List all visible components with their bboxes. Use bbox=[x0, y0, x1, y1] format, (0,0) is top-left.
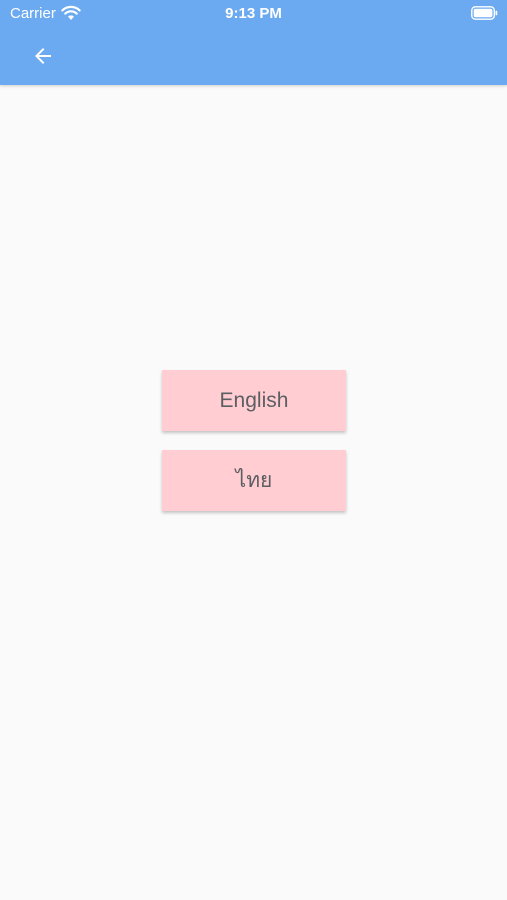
english-button-label: English bbox=[219, 388, 289, 412]
arrow-back-icon bbox=[35, 48, 51, 64]
thai-button-label: ไทย bbox=[235, 469, 273, 492]
battery-icon bbox=[471, 6, 498, 20]
back-button[interactable] bbox=[22, 35, 64, 77]
thai-language-button[interactable]: ไทย bbox=[162, 450, 346, 511]
status-bar: Carrier 9:13 PM bbox=[0, 0, 507, 28]
app-bar: Carrier 9:13 PM bbox=[0, 0, 507, 85]
english-language-button[interactable]: English bbox=[162, 370, 346, 431]
status-time: 9:13 PM bbox=[225, 5, 282, 22]
